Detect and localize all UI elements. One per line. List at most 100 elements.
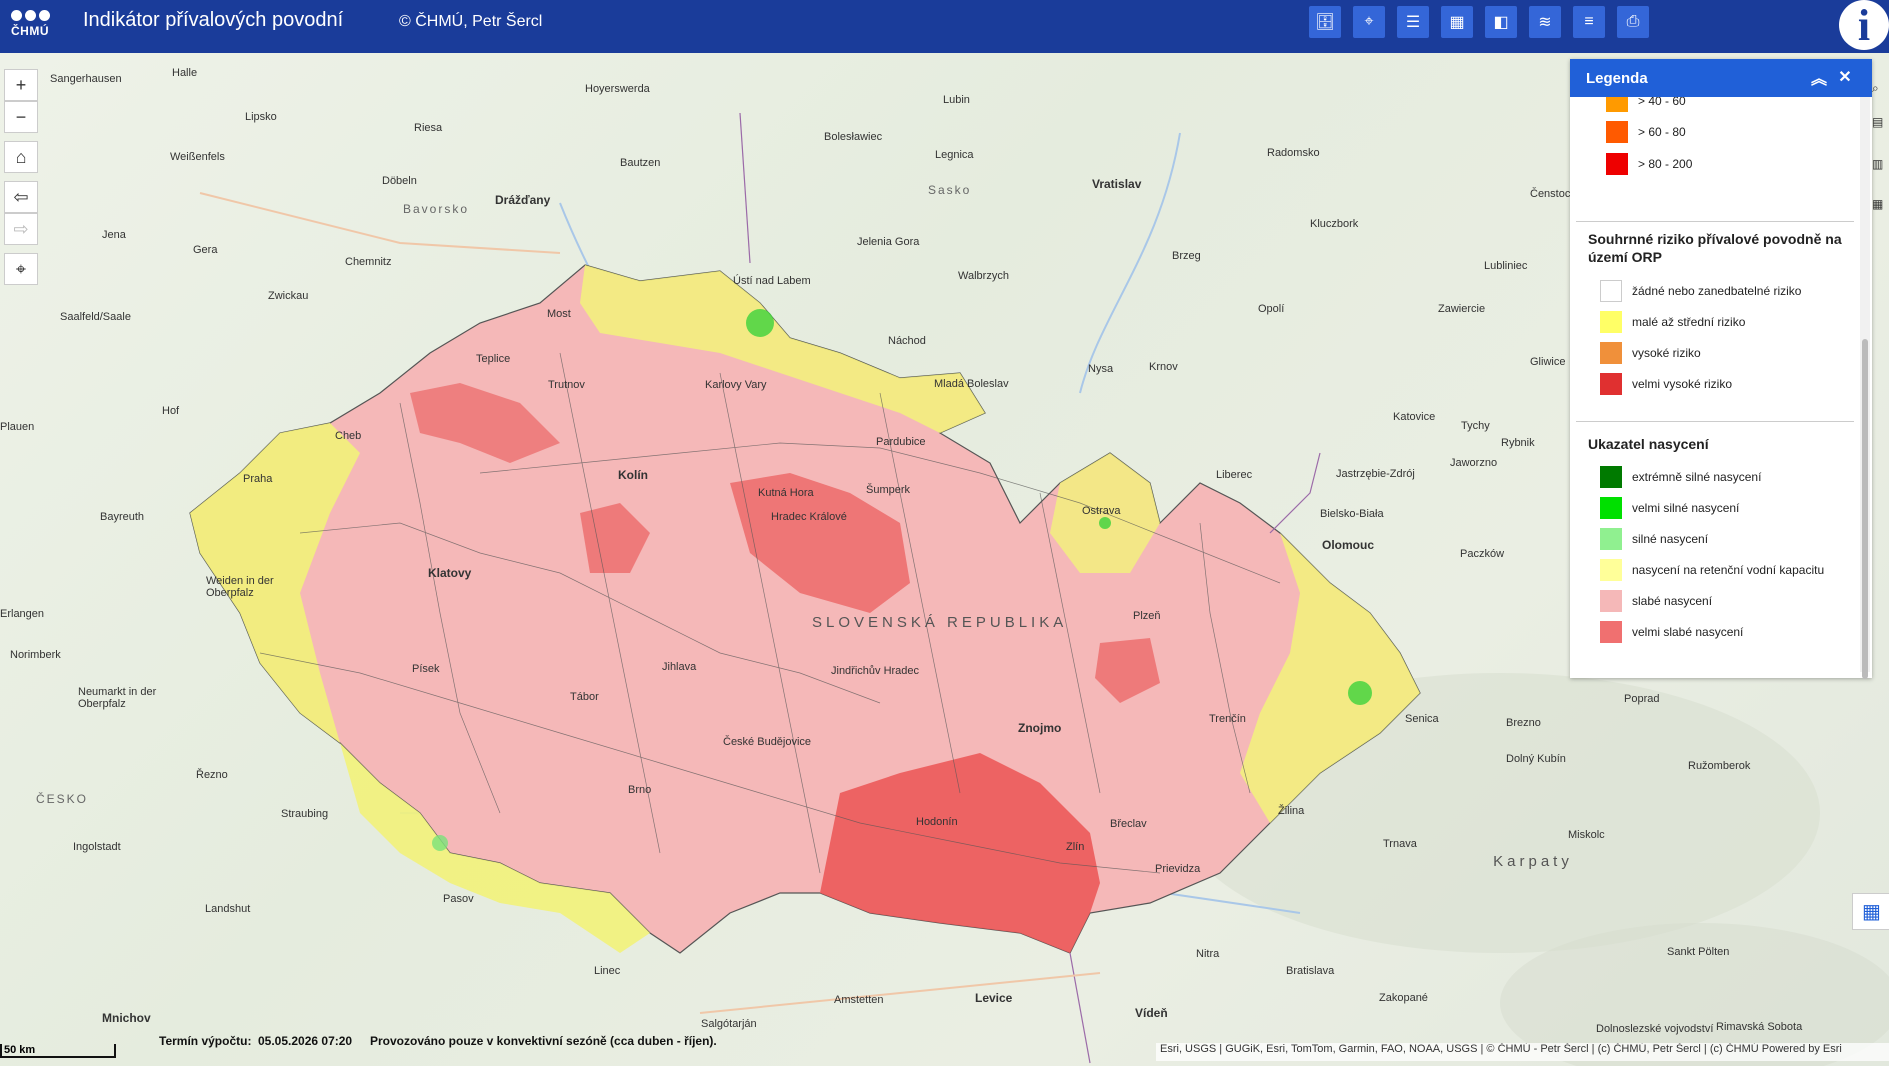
legend-label: velmi silné nasycení bbox=[1632, 501, 1740, 515]
green-spot-liberec bbox=[746, 309, 774, 337]
legend-precip-item: > 80 - 200 bbox=[1606, 153, 1692, 175]
plus-icon: + bbox=[15, 74, 27, 95]
map-label-krnov: Liberec bbox=[1216, 469, 1253, 481]
map-label-nysa: Krnov bbox=[1149, 361, 1178, 373]
measure-icon[interactable]: ▦ bbox=[1872, 197, 1889, 221]
zoom-out-button[interactable]: − bbox=[4, 101, 38, 133]
map-label-brzeg: Brzeg bbox=[1172, 250, 1201, 262]
map-select-button[interactable]: ⌖ bbox=[1353, 6, 1385, 38]
widget-icon[interactable]: ▤ bbox=[1872, 115, 1889, 139]
map-label-trencin: Žilina bbox=[1278, 805, 1305, 817]
legend-label: extrémně silné nasycení bbox=[1632, 470, 1762, 484]
map-label-lipsko: Lipsko bbox=[245, 111, 277, 123]
map-label-brezno: Miskolc bbox=[1568, 829, 1605, 841]
green-spot-sumava bbox=[432, 835, 448, 851]
map-label-rezno: Řezno bbox=[196, 769, 228, 781]
attribute-table-button[interactable]: ▦ bbox=[1852, 893, 1889, 930]
legend-swatch bbox=[1600, 311, 1622, 333]
legend-saturation-item: silné nasycení bbox=[1600, 528, 1708, 550]
map-book-button[interactable]: ◧ bbox=[1485, 6, 1517, 38]
legend-header: Legenda ︽ ✕ bbox=[1570, 59, 1872, 97]
legend-swatch bbox=[1600, 559, 1622, 581]
map-label-dolnoslezske: Sasko bbox=[928, 183, 972, 197]
map-label-erlangen: Erlangen bbox=[0, 608, 45, 620]
border-pl-sk bbox=[1269, 452, 1321, 534]
legend-label: žádné nebo zanedbatelné riziko bbox=[1632, 284, 1802, 298]
info-button[interactable]: i bbox=[1839, 0, 1889, 50]
legend-saturation-item: velmi slabé nasycení bbox=[1600, 621, 1743, 643]
map-label-pisek: Tábor bbox=[570, 691, 599, 703]
map-label-bayreuth: Bayreuth bbox=[100, 511, 145, 523]
legend-swatch bbox=[1606, 153, 1628, 175]
legend-scroll-area[interactable]: > 40 - 60 > 60 - 80 > 80 - 200 Souhrnné … bbox=[1570, 97, 1860, 669]
search-icon[interactable]: ⌕ bbox=[1872, 81, 1889, 105]
map-label-trnava: Nitra bbox=[1196, 948, 1220, 960]
legend-swatch bbox=[1606, 97, 1628, 112]
map-book-icon: ◧ bbox=[1493, 14, 1509, 31]
color-grid-button[interactable]: ▦ bbox=[1441, 6, 1473, 38]
color-grid-icon: ▦ bbox=[1449, 14, 1465, 31]
map-label-zilina: Senica bbox=[1405, 713, 1439, 725]
header-toolbar: 🗄 ⌖ ☰ ▦ ◧ ≋ ≡ ⎙ bbox=[1309, 6, 1649, 38]
locate-button[interactable]: ⌖ bbox=[4, 253, 38, 285]
map-label-ingolstadt: Ingolstadt bbox=[73, 841, 121, 853]
list-button[interactable]: ≡ bbox=[1573, 6, 1605, 38]
legend-scrollbar[interactable] bbox=[1860, 97, 1870, 679]
locate-icon: ⌖ bbox=[15, 258, 27, 279]
bar-list-button[interactable]: ☰ bbox=[1397, 6, 1429, 38]
map-label-olomouc: Plzeň bbox=[1133, 610, 1161, 622]
legend-precip-item: > 40 - 60 bbox=[1606, 97, 1686, 112]
legend-swatch bbox=[1600, 497, 1622, 519]
map-label-zwickau: Zwickau bbox=[268, 290, 309, 302]
arrow-right-icon: ⇨ bbox=[13, 218, 29, 239]
chmu-logo[interactable]: ČHMÚ bbox=[6, 6, 54, 46]
map-label-hoyerswerda: Hoyerswerda bbox=[585, 83, 650, 95]
legend-swatch bbox=[1600, 590, 1622, 612]
map-label-rimavska-sobota: Sankt Pölten bbox=[1667, 946, 1730, 958]
info-icon: i bbox=[1857, 0, 1871, 50]
legend-scroll-thumb[interactable] bbox=[1862, 339, 1868, 679]
zoom-in-button[interactable]: + bbox=[4, 69, 38, 101]
home-button[interactable]: ⌂ bbox=[4, 141, 38, 173]
legend-divider bbox=[1576, 221, 1854, 222]
legend-label: velmi slabé nasycení bbox=[1632, 625, 1744, 639]
print-button[interactable]: ⎙ bbox=[1617, 6, 1649, 38]
map-label-jaworzno: Rybnik bbox=[1501, 437, 1535, 449]
legend-risk-item: malé až střední riziko bbox=[1600, 311, 1745, 333]
app-title: Indikátor přívalových povodní bbox=[83, 9, 344, 31]
map-label-bautzen: Bautzen bbox=[620, 157, 661, 169]
map-label-katovice: Tychy bbox=[1461, 420, 1490, 432]
legend-collapse-button[interactable]: ︽ bbox=[1808, 66, 1830, 88]
map-label-zawiercie: Gliwice bbox=[1530, 356, 1566, 368]
map-label-zlin: Trenčín bbox=[1209, 713, 1246, 725]
map-label-chemnitz: Chemnitz bbox=[345, 256, 392, 268]
minus-icon: − bbox=[15, 106, 27, 127]
database-button[interactable]: 🗄 bbox=[1309, 6, 1341, 38]
map-label-gliwice: Katovice bbox=[1393, 411, 1436, 423]
map-select-icon: ⌖ bbox=[1364, 13, 1374, 30]
basemap-icon[interactable]: ▥ bbox=[1872, 157, 1889, 181]
map-label-plauen: Plauen bbox=[0, 421, 35, 433]
legend-label: silné nasycení bbox=[1632, 532, 1709, 546]
legend-swatch bbox=[1600, 466, 1622, 488]
legend-label: > 60 - 80 bbox=[1638, 125, 1686, 139]
map-label-ruzomberok: Dolný Kubín bbox=[1506, 753, 1566, 765]
season-note: Provozováno pouze v konvektivní sezóně (… bbox=[370, 1034, 717, 1048]
map-label-bratislava: Vídeň bbox=[1135, 1006, 1168, 1020]
legend-swatch bbox=[1600, 621, 1622, 643]
map-label-brno: Znojmo bbox=[1018, 721, 1062, 735]
legend-risk-item: vysoké riziko bbox=[1600, 342, 1701, 364]
map-label-halle: Halle bbox=[172, 67, 198, 79]
logo-text: ČHMÚ bbox=[11, 24, 49, 38]
legend-close-button[interactable]: ✕ bbox=[1834, 66, 1856, 88]
map-label-cheb: Praha bbox=[243, 473, 273, 485]
map-label-viden: Levice bbox=[975, 991, 1013, 1005]
map-label-weiden: Weiden in der Oberpfalz bbox=[206, 575, 274, 599]
map-label-tychy: Jaworzno bbox=[1450, 457, 1498, 469]
green-spot-jesenik bbox=[1099, 517, 1111, 529]
back-extent-button[interactable]: ⇦ bbox=[4, 181, 38, 213]
river-odra bbox=[1079, 132, 1181, 394]
legend-panel: Legenda ︽ ✕ > 40 - 60 > 60 - 80 > 80 - 2… bbox=[1570, 59, 1872, 679]
forward-extent-button[interactable]: ⇨ bbox=[4, 213, 38, 245]
layers-button[interactable]: ≋ bbox=[1529, 6, 1561, 38]
